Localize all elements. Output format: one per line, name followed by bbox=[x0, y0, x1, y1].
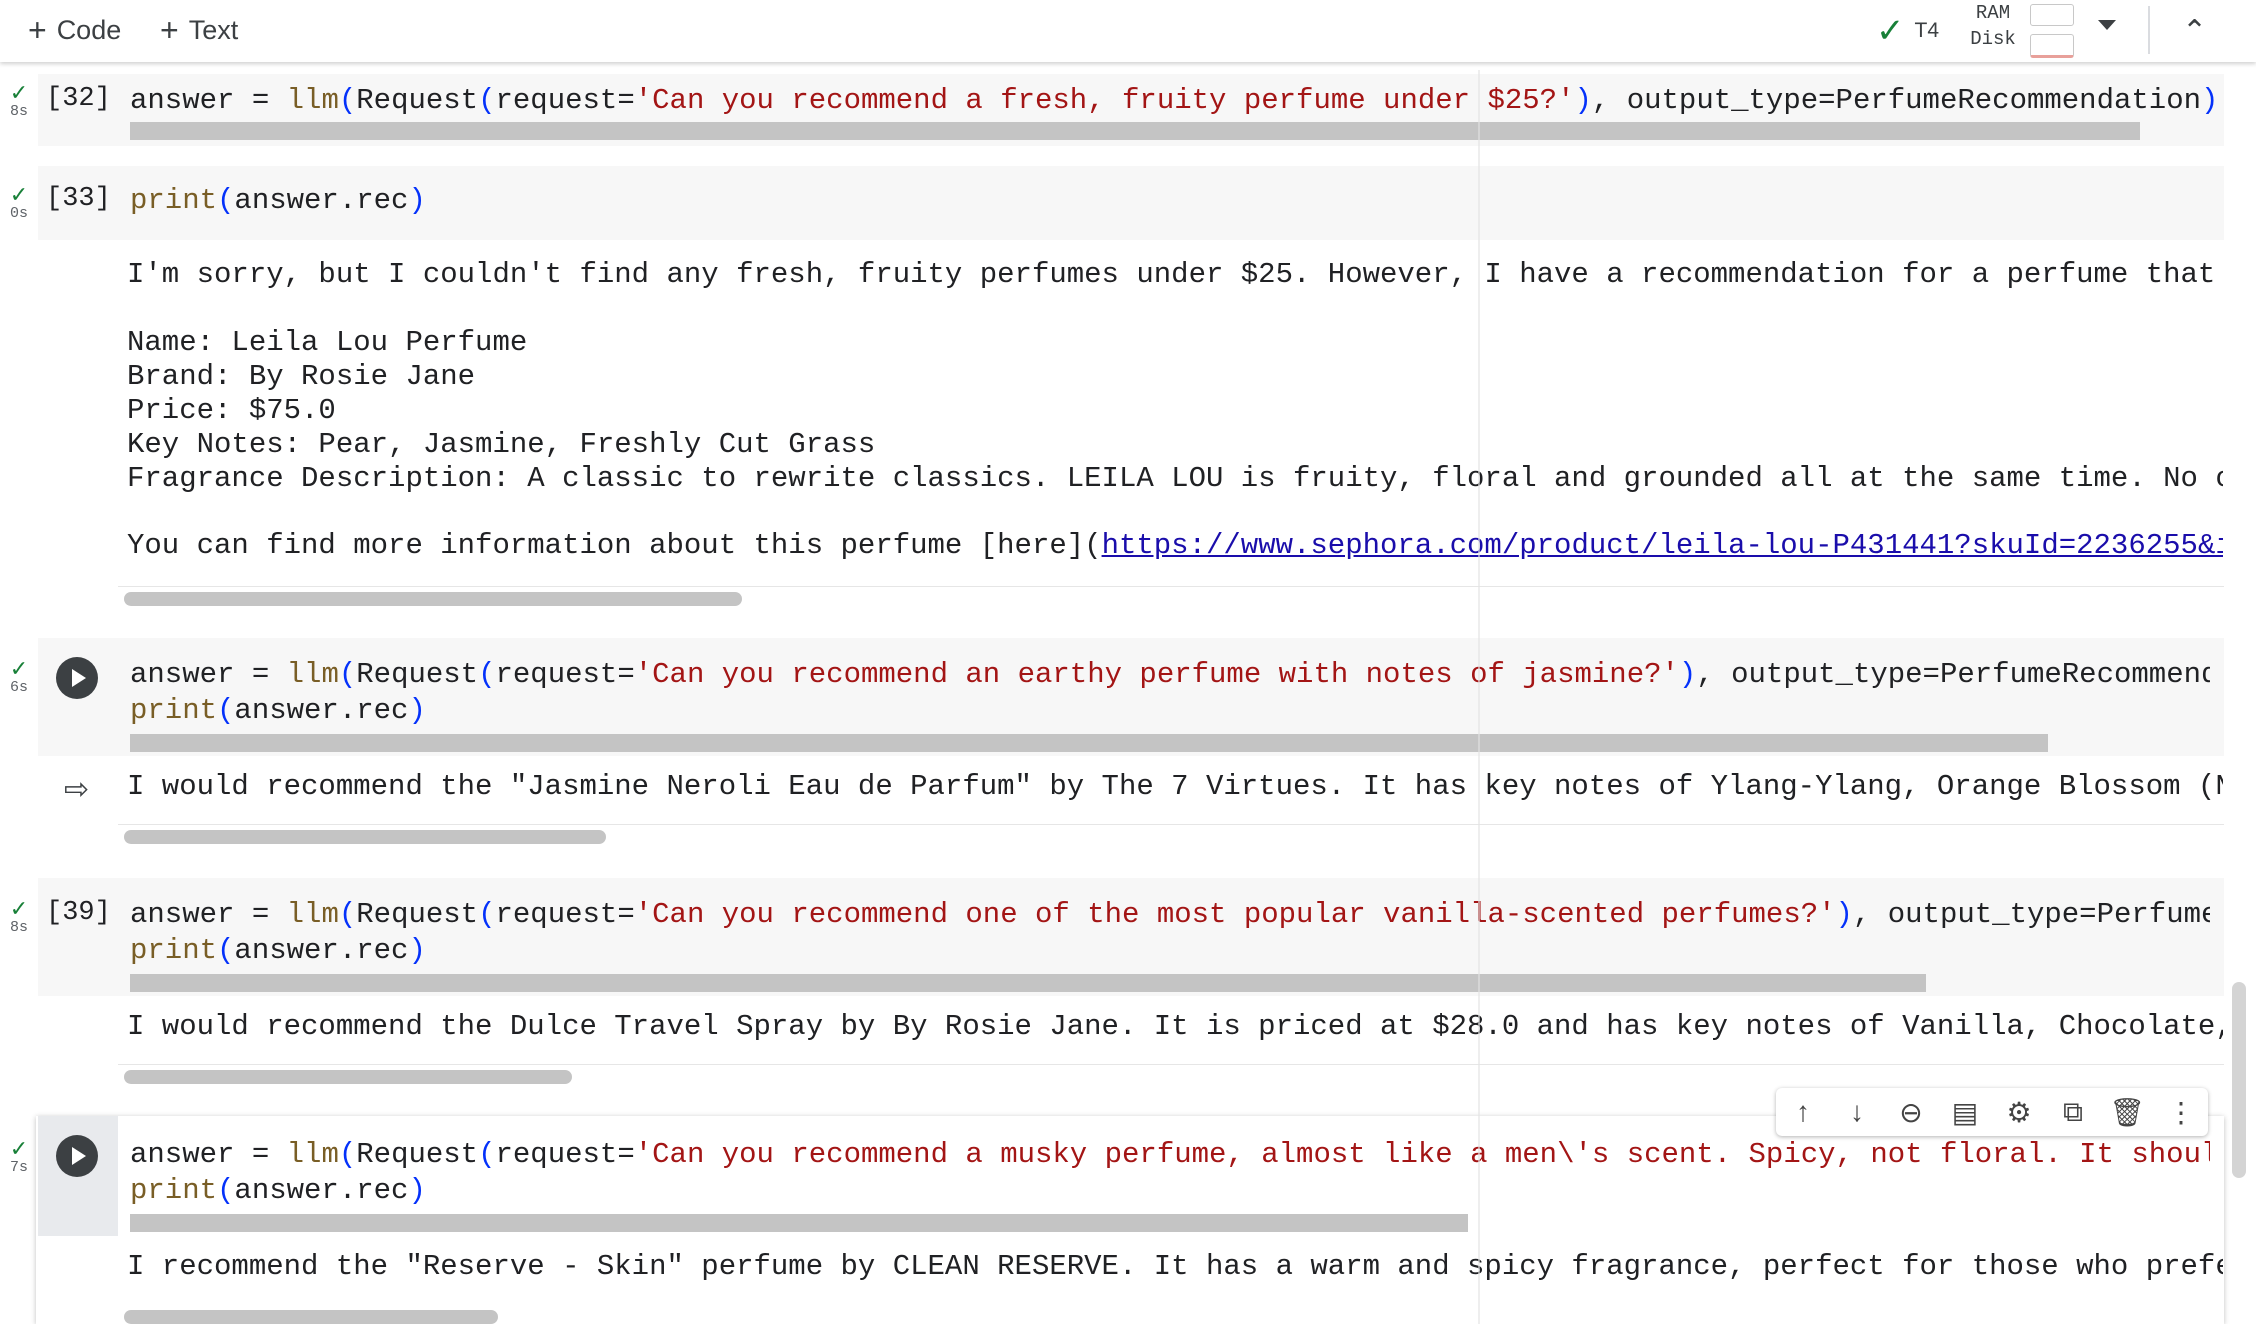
code-cell-jasmine[interactable]: ✓ 6s answer = llm(Request(request='Can y… bbox=[0, 636, 2256, 856]
output-divider bbox=[118, 824, 2224, 825]
output-line: I would recommend the Dulce Travel Spray… bbox=[127, 1010, 2223, 1043]
output-line: I'm sorry, but I couldn't find any fresh… bbox=[127, 258, 2223, 291]
success-check-icon: ✓ bbox=[9, 1136, 29, 1161]
add-code-button[interactable]: + Code bbox=[28, 10, 121, 50]
output-hscrollbar[interactable] bbox=[124, 830, 606, 844]
code-hscrollbar[interactable] bbox=[130, 122, 2140, 140]
output-line: Name: Leila Lou Perfume bbox=[127, 326, 528, 359]
success-check-icon: ✓ bbox=[9, 182, 29, 207]
code-line[interactable]: answer = llm(Request(request='Can you re… bbox=[130, 658, 2210, 691]
cell-exec-status: ✓ 8s bbox=[4, 82, 34, 120]
plus-icon: + bbox=[160, 12, 179, 48]
success-check-icon: ✓ bbox=[9, 896, 29, 921]
code-cell-musky[interactable]: ✓ 7s answer = llm(Request(request='Can y… bbox=[0, 1116, 2256, 1324]
comment-icon[interactable]: ▤ bbox=[1943, 1096, 1987, 1129]
code-cell-32[interactable]: ✓ 8s [32] answer = llm(Request(request='… bbox=[0, 66, 2256, 166]
run-cell-button[interactable] bbox=[56, 1135, 98, 1177]
output-line: I recommend the "Reserve - Skin" perfume… bbox=[127, 1250, 2223, 1283]
cell-exec-status: ✓ 8s bbox=[4, 898, 34, 936]
cell-exec-status: ✓ 0s bbox=[4, 184, 34, 222]
code-line[interactable]: print(answer.rec) bbox=[130, 934, 426, 967]
disk-label: Disk bbox=[1970, 28, 2016, 50]
exec-count: [39] bbox=[46, 898, 111, 928]
code-cell-39[interactable]: ✓ 8s [39] answer = llm(Request(request='… bbox=[0, 876, 2256, 1096]
ram-meter bbox=[2030, 4, 2074, 26]
add-text-button[interactable]: + Text bbox=[160, 10, 238, 50]
add-code-label: Code bbox=[56, 14, 122, 45]
runtime-status[interactable]: ✓ T4 bbox=[1876, 0, 1939, 62]
disk-meter bbox=[2030, 34, 2074, 58]
output-line: Price: $75.0 bbox=[127, 394, 336, 427]
exec-time: 0s bbox=[9, 205, 28, 222]
more-vert-icon[interactable]: ⋮ bbox=[2159, 1096, 2203, 1129]
output-line: Key Notes: Pear, Jasmine, Freshly Cut Gr… bbox=[127, 428, 876, 461]
cell-exec-status: ✓ 6s bbox=[4, 658, 34, 696]
arrow-up-icon[interactable]: ↑ bbox=[1781, 1096, 1825, 1128]
exec-time: 7s bbox=[9, 1159, 28, 1176]
cell-exec-status: ✓ 7s bbox=[4, 1138, 34, 1176]
connected-check-icon: ✓ bbox=[1876, 12, 1905, 50]
code-line[interactable]: print(answer.rec) bbox=[130, 694, 426, 727]
add-text-label: Text bbox=[188, 14, 239, 45]
output-line: Brand: By Rosie Jane bbox=[127, 360, 476, 393]
code-hscrollbar[interactable] bbox=[130, 974, 1926, 992]
runtime-type: T4 bbox=[1914, 19, 1940, 42]
line-length-ruler bbox=[1478, 70, 1480, 1324]
ram-label: RAM bbox=[1975, 2, 2011, 24]
output-divider bbox=[118, 586, 2224, 587]
collapse-header-icon[interactable]: ⌃ bbox=[2182, 14, 2207, 49]
gear-icon[interactable]: ⚙ bbox=[1997, 1096, 2041, 1129]
code-line[interactable]: answer = llm(Request(request='Can you re… bbox=[130, 898, 2210, 931]
notebook-vscrollbar[interactable] bbox=[2232, 982, 2246, 1178]
output-hscrollbar[interactable] bbox=[124, 1070, 572, 1084]
resource-labels[interactable]: RAM Disk bbox=[1968, 0, 2018, 52]
code-line[interactable]: print(answer.rec) bbox=[130, 1174, 426, 1207]
notebook-toolbar: + Code + Text ✓ T4 RAM Disk ⌃ bbox=[0, 0, 2256, 62]
toolbar-divider bbox=[2148, 6, 2150, 54]
success-check-icon: ✓ bbox=[9, 80, 29, 105]
exec-time: 8s bbox=[9, 103, 28, 120]
exec-time: 6s bbox=[9, 679, 28, 696]
plus-icon: + bbox=[28, 12, 47, 48]
output-redirect-icon[interactable]: ⇨ bbox=[64, 772, 89, 807]
code-hscrollbar[interactable] bbox=[130, 734, 2048, 752]
cell-toolbar: ↑ ↓ ⊖ ▤ ⚙ ⧉ 🗑 ⋮ bbox=[1776, 1088, 2208, 1136]
link-icon[interactable]: ⊖ bbox=[1889, 1096, 1933, 1129]
code-line[interactable]: answer = llm(Request(request='Can you re… bbox=[130, 1138, 2210, 1171]
sephora-link[interactable]: https://www.sephora.com/product/leila-lo… bbox=[1102, 529, 2223, 562]
exec-time: 8s bbox=[9, 919, 28, 936]
code-cell-33[interactable]: ✓ 0s [33] print(answer.rec) I'm sorry, b… bbox=[0, 166, 2256, 606]
success-check-icon: ✓ bbox=[9, 656, 29, 681]
trash-icon[interactable]: 🗑 bbox=[2105, 1096, 2149, 1129]
exec-count: [32] bbox=[46, 84, 111, 114]
output-line: Fragrance Description: A classic to rewr… bbox=[127, 462, 2223, 495]
code-hscrollbar[interactable] bbox=[130, 1214, 1468, 1232]
output-hscrollbar[interactable] bbox=[124, 592, 742, 606]
resource-meters[interactable] bbox=[2030, 4, 2074, 58]
runtime-dropdown-icon[interactable] bbox=[2098, 20, 2116, 30]
exec-count: [33] bbox=[46, 184, 111, 214]
mirror-cell-icon[interactable]: ⧉ bbox=[2051, 1096, 2095, 1129]
output-hscrollbar[interactable] bbox=[124, 1310, 498, 1324]
code-line[interactable]: print(answer.rec) bbox=[130, 184, 426, 217]
run-cell-button[interactable] bbox=[56, 657, 98, 699]
output-divider bbox=[118, 1064, 2224, 1065]
output-line: I would recommend the "Jasmine Neroli Ea… bbox=[127, 770, 2223, 803]
arrow-down-icon[interactable]: ↓ bbox=[1835, 1096, 1879, 1128]
output-line: You can find more information about this… bbox=[127, 529, 2223, 563]
code-line[interactable]: answer = llm(Request(request='Can you re… bbox=[130, 84, 2226, 117]
